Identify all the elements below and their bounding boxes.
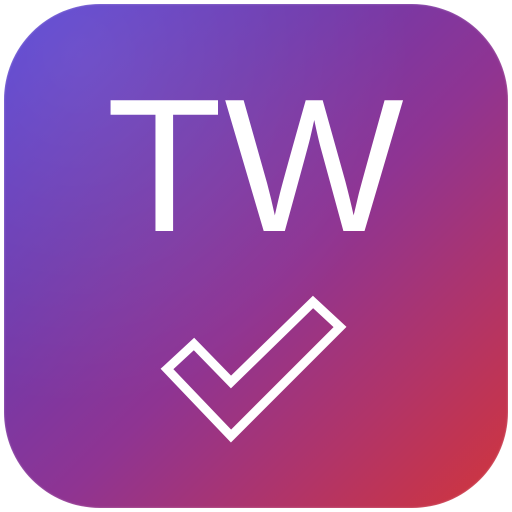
checkmark-outline-icon — [160, 295, 347, 443]
app-icon[interactable]: TW — [4, 4, 508, 508]
